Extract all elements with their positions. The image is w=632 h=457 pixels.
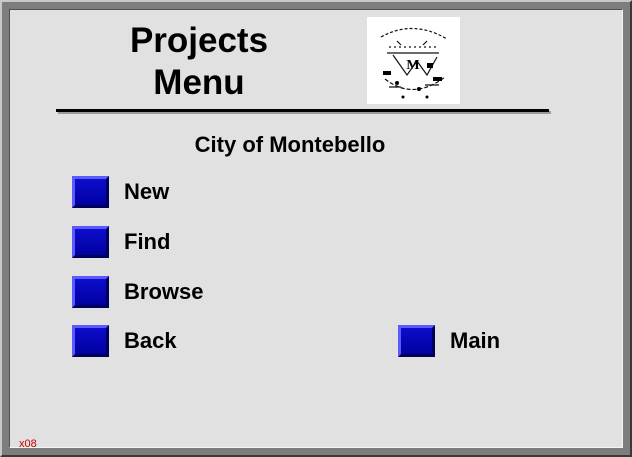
main-button[interactable] — [398, 325, 435, 357]
svg-text:M: M — [406, 58, 419, 73]
new-menu-item[interactable]: New — [72, 176, 169, 208]
find-button[interactable] — [72, 226, 109, 258]
main-panel: Projects Menu M City of Montebello New F… — [9, 9, 623, 450]
main-menu-item[interactable]: Main — [398, 325, 500, 357]
new-button[interactable] — [72, 176, 109, 208]
browse-label: Browse — [124, 279, 204, 304]
title-line-1: Projects — [129, 21, 269, 60]
app-window: Projects Menu M City of Montebello New F… — [0, 0, 632, 457]
new-label: New — [124, 179, 170, 204]
find-menu-item[interactable]: Find — [72, 226, 170, 258]
title-line-2: Menu — [153, 63, 245, 102]
screen-code: x08 — [19, 438, 37, 450]
seal-graphic: M — [380, 27, 448, 99]
back-label: Back — [124, 328, 177, 353]
browse-button[interactable] — [72, 276, 109, 308]
page-title: Projects Menu — [118, 20, 280, 104]
montebello-seal-logo: M — [367, 17, 460, 104]
browse-menu-item[interactable]: Browse — [72, 276, 203, 308]
main-label: Main — [450, 328, 501, 353]
city-subtitle: City of Montebello — [194, 132, 386, 157]
find-label: Find — [124, 229, 171, 254]
header-divider — [56, 109, 549, 112]
back-button[interactable] — [72, 325, 109, 357]
back-menu-item[interactable]: Back — [72, 325, 177, 357]
